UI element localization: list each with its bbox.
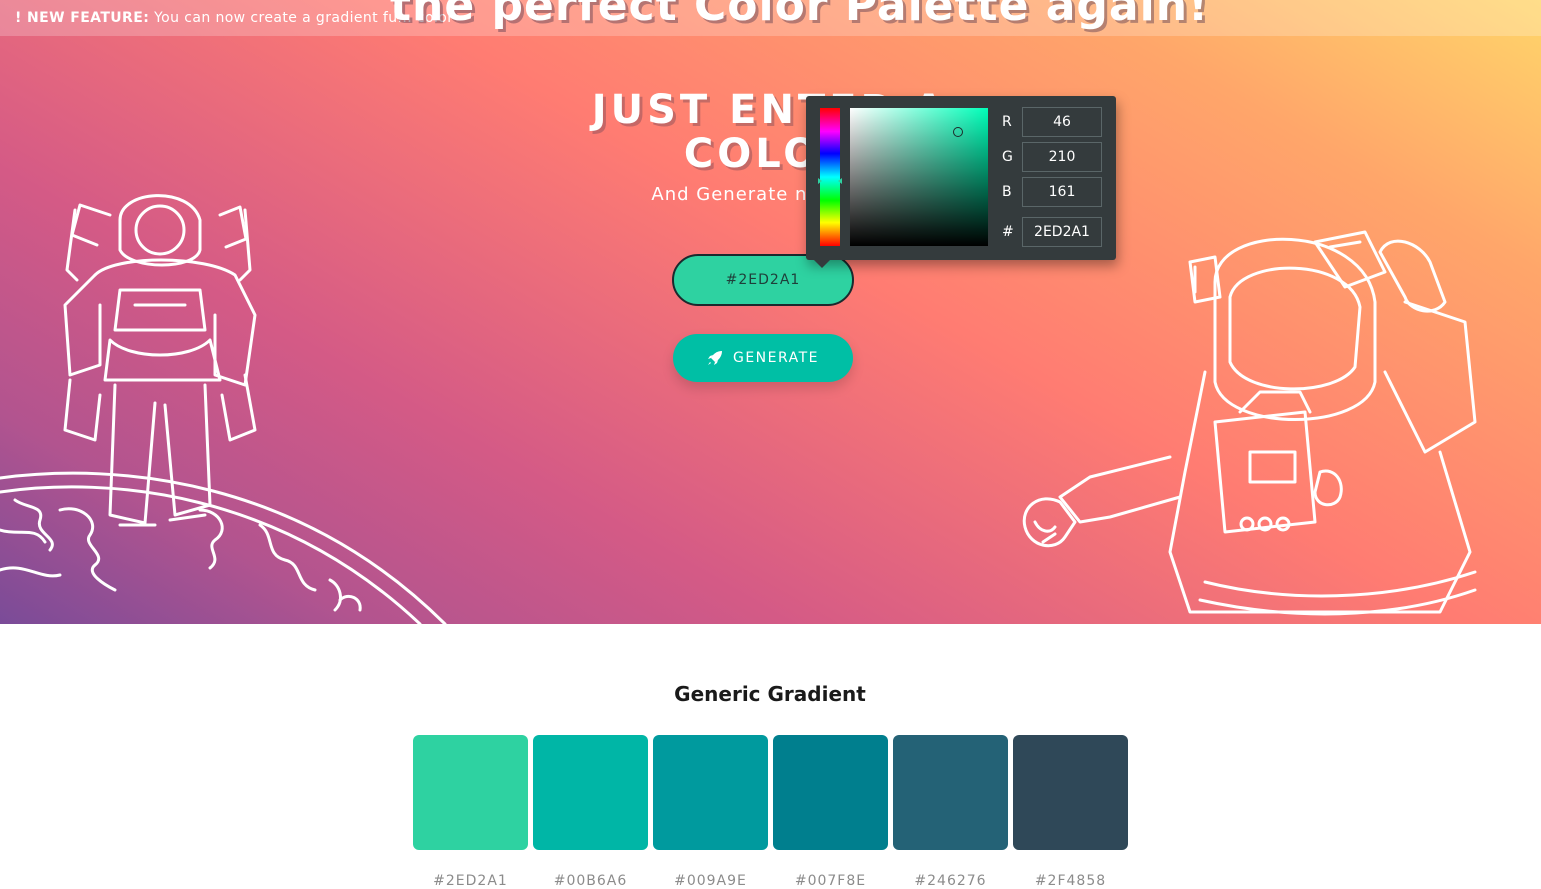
red-label: R	[1002, 114, 1012, 130]
green-label: G	[1002, 149, 1013, 165]
swatch-hex-label: #009A9E	[674, 873, 747, 889]
hero-title: the perfect Color Palette again!	[390, 0, 1210, 31]
swatch-hex-label: #007F8E	[794, 873, 867, 889]
swatch-hex-label: #2F4858	[1034, 873, 1107, 889]
hex-label: #	[1002, 224, 1014, 240]
blue-field[interactable]: 161	[1022, 177, 1102, 207]
palette-title: Generic Gradient	[674, 682, 866, 706]
astronaut-on-planet-illustration	[0, 194, 447, 624]
swatch-hex-label: #00B6A6	[553, 873, 628, 889]
blue-label: B	[1002, 184, 1012, 200]
saturation-value-area[interactable]	[850, 108, 988, 246]
astronaut-waving-illustration	[1022, 230, 1477, 616]
generate-button-label: GENERATE	[732, 350, 820, 366]
generate-button[interactable]: GENERATE	[673, 334, 853, 382]
color-swatch[interactable]	[413, 735, 528, 850]
saturation-value-handle[interactable]	[953, 127, 963, 137]
hue-slider[interactable]	[820, 108, 840, 246]
color-swatch[interactable]	[893, 735, 1008, 850]
green-field[interactable]: 210	[1022, 142, 1102, 172]
swatch-hex-label: #246276	[914, 873, 987, 889]
color-picker-popup: R 46 G 210 B 161 # 2ED2A1	[806, 96, 1116, 268]
banner-label: ! NEW FEATURE:	[15, 10, 150, 26]
swatch-hex-label: #2ED2A1	[433, 873, 508, 889]
hex-field[interactable]: 2ED2A1	[1022, 217, 1102, 247]
red-field[interactable]: 46	[1022, 107, 1102, 137]
color-swatch[interactable]	[533, 735, 648, 850]
color-swatch[interactable]	[1013, 735, 1128, 850]
rocket-icon	[707, 351, 722, 365]
color-swatch[interactable]	[653, 735, 768, 850]
hue-slider-handle[interactable]	[818, 178, 842, 184]
hero-section: ! NEW FEATURE: You can now create a grad…	[0, 0, 1541, 624]
color-swatch[interactable]	[773, 735, 888, 850]
picker-pointer	[814, 260, 830, 268]
